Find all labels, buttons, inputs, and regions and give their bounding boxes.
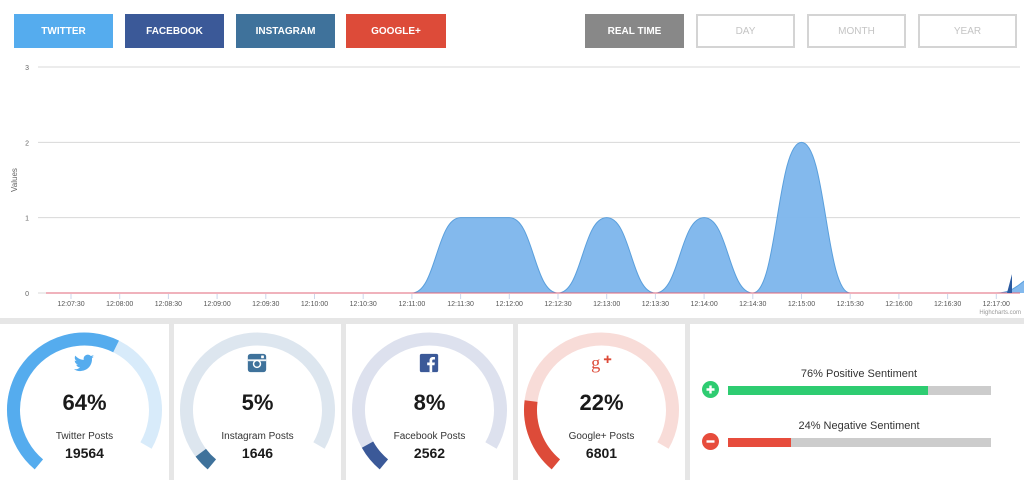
googleplus-filter-button[interactable]: GOOGLE+: [346, 14, 446, 48]
x-tick-label: 12:14:00: [690, 301, 717, 308]
twitter-posts-label: Twitter Posts: [55, 431, 114, 442]
day-period-button[interactable]: DAY: [696, 14, 795, 48]
instagram-posts-count: 1646: [241, 445, 274, 461]
x-tick-label: 12:11:30: [447, 301, 474, 308]
facebook-posts-count: 2562: [413, 445, 446, 461]
google-plus-icon: g: [591, 353, 612, 373]
realtime-period-button[interactable]: REAL TIME: [585, 14, 684, 48]
x-tick-label: 12:10:30: [350, 301, 377, 308]
sentiment-card: 76% Positive Sentiment 24% Negative Sent…: [690, 324, 1024, 480]
positive-sentiment-bar: [728, 386, 991, 395]
x-tick-label: 12:12:00: [496, 301, 523, 308]
x-tick-label: 12:14:30: [739, 301, 766, 308]
facebook-percent: 8%: [413, 390, 446, 415]
x-tick-label: 12:15:00: [788, 301, 815, 308]
x-tick-label: 12:12:30: [544, 301, 571, 308]
x-tick-label: 12:07:30: [57, 301, 84, 308]
x-tick-label: 12:15:30: [837, 301, 864, 308]
instagram-posts-label: Instagram Posts: [221, 431, 294, 442]
y-tick-label: 2: [25, 140, 29, 147]
twitter-stat-card: 64% Twitter Posts 19564: [0, 324, 169, 480]
facebook-stat-card: 8% Facebook Posts 2562: [346, 324, 513, 480]
positive-sentiment-fill: [728, 386, 928, 395]
x-tick-label: 12:09:00: [203, 301, 230, 308]
year-period-button[interactable]: YEAR: [918, 14, 1017, 48]
negative-sentiment-fill: [728, 438, 792, 447]
instagram-stat-card: 5% Instagram Posts 1646: [174, 324, 341, 480]
x-tick-label: 12:13:30: [642, 301, 669, 308]
instagram-percent: 5%: [241, 390, 274, 415]
googleplus-stat-card: g 22% Google+ Posts 6801: [518, 324, 685, 480]
x-tick-label: 12:16:00: [885, 301, 912, 308]
chart-credit: Highcharts.com: [979, 310, 1021, 316]
twitter-percent: 64%: [62, 390, 107, 415]
negative-sentiment-bar: [728, 438, 991, 447]
x-tick-label: 12:08:30: [155, 301, 182, 308]
instagram-filter-button[interactable]: INSTAGRAM: [236, 14, 335, 48]
minus-icon: [702, 433, 719, 450]
y-tick-label: 0: [25, 291, 29, 298]
x-tick-label: 12:11:00: [399, 301, 426, 308]
month-period-button[interactable]: MONTH: [807, 14, 906, 48]
negative-sentiment-label: 24% Negative Sentiment: [798, 420, 920, 432]
svg-text:g: g: [591, 353, 600, 373]
chart-panel: TWITTER FACEBOOK INSTAGRAM GOOGLE+ REAL …: [0, 0, 1024, 318]
x-tick-label: 12:17:00: [983, 301, 1010, 308]
x-tick-label: 12:09:30: [252, 301, 279, 308]
y-tick-label: 1: [25, 216, 29, 223]
latest-segment: [1007, 274, 1012, 293]
x-tick-label: 12:08:00: [106, 301, 133, 308]
facebook-filter-button[interactable]: FACEBOOK: [125, 14, 224, 48]
y-axis-title: Values: [10, 168, 19, 192]
posts-area-chart: 0 1 2 3 Values 12:07:30 12:08:00 12:08:30 12:09:…: [10, 65, 1024, 316]
twitter-icon: [73, 354, 95, 372]
googleplus-posts-count: 6801: [585, 445, 618, 461]
googleplus-percent: 22%: [579, 390, 624, 415]
instagram-icon: [247, 353, 267, 373]
twitter-posts-count: 19564: [65, 445, 104, 461]
facebook-posts-label: Facebook Posts: [393, 431, 466, 442]
twitter-filter-button[interactable]: TWITTER: [14, 14, 113, 48]
x-tick-label: 12:13:00: [593, 301, 620, 308]
facebook-icon: [419, 353, 439, 373]
positive-sentiment-label: 76% Positive Sentiment: [800, 368, 918, 380]
x-tick-label: 12:10:00: [301, 301, 328, 308]
plus-icon: [702, 381, 719, 398]
googleplus-posts-label: Google+ Posts: [568, 431, 635, 442]
y-tick-label: 3: [25, 65, 29, 72]
x-tick-label: 12:16:30: [934, 301, 961, 308]
